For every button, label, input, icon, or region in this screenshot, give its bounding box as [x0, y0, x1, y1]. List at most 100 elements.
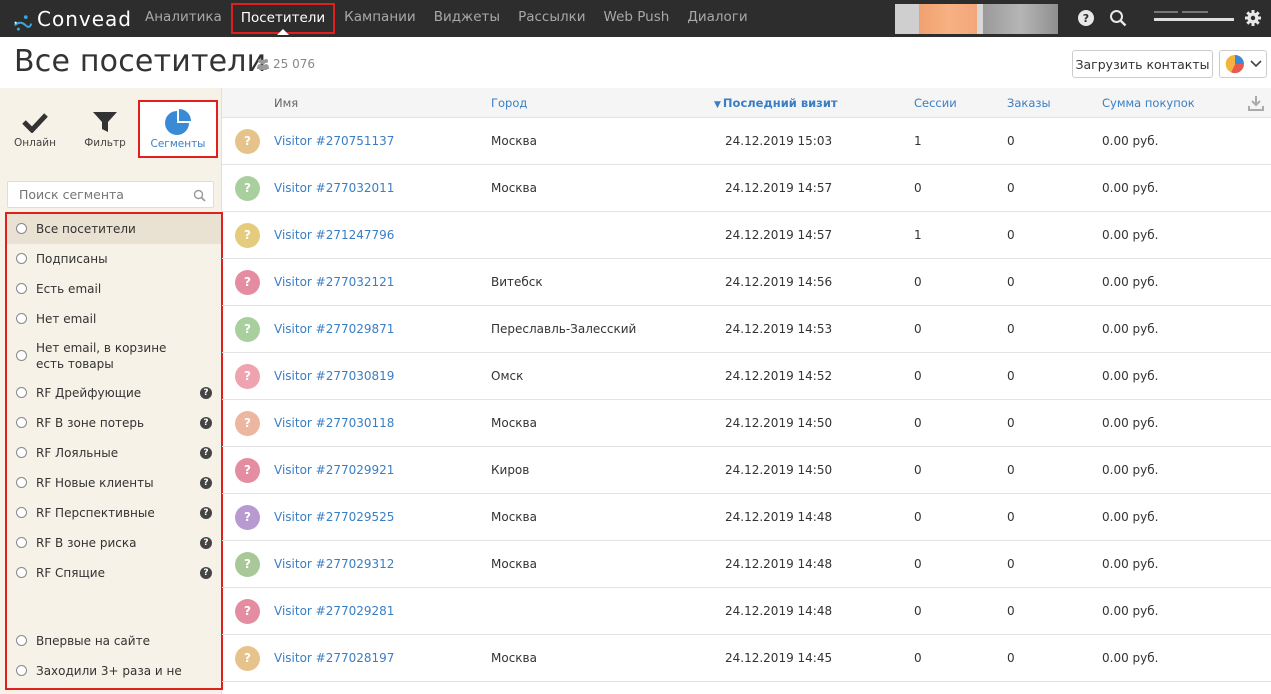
- help-icon[interactable]: ?: [200, 507, 212, 519]
- column-name[interactable]: Имя: [274, 96, 298, 110]
- city-cell: Киров: [491, 463, 530, 477]
- visitors-table: Имя Город ▼ Последний визит Сессии Заказы…: [222, 88, 1271, 682]
- avatar: ?: [235, 599, 260, 624]
- segment-search-input[interactable]: [8, 182, 178, 207]
- sum-cell: 0.00 руб.: [1102, 322, 1159, 336]
- segment-search[interactable]: [7, 181, 214, 208]
- segment-item[interactable]: Есть email: [7, 274, 221, 304]
- nav-visitors[interactable]: Посетители: [230, 3, 336, 35]
- segment-item[interactable]: RF Дрейфующие?: [7, 378, 221, 408]
- visitor-link[interactable]: Visitor #277029281: [274, 604, 394, 618]
- visitor-link[interactable]: Visitor #277032121: [274, 275, 394, 289]
- visitor-link[interactable]: Visitor #277029921: [274, 463, 394, 477]
- visitor-link[interactable]: Visitor #277029871: [274, 322, 394, 336]
- column-orders[interactable]: Заказы: [1007, 96, 1051, 110]
- city-cell: Переславль-Залесский: [491, 322, 637, 336]
- segment-item[interactable]: RF В зоне потерь?: [7, 408, 221, 438]
- help-icon[interactable]: ?: [200, 477, 212, 489]
- segment-label: RF Лояльные: [36, 446, 119, 460]
- segment-label: Впервые на сайте: [36, 634, 150, 648]
- visitor-link[interactable]: Visitor #277029525: [274, 510, 394, 524]
- table-row[interactable]: ? Visitor #277029312 Москва 24.12.2019 14:4…: [222, 541, 1271, 588]
- redacted-block: [895, 4, 919, 34]
- visitor-link[interactable]: Visitor #277028197: [274, 651, 394, 665]
- logo[interactable]: Convead: [12, 4, 132, 34]
- nav-analytics[interactable]: Аналитика: [136, 0, 231, 37]
- last-visit-cell: 24.12.2019 14:50: [725, 463, 833, 477]
- pie-chart-icon: [1225, 54, 1244, 74]
- nav-web-push[interactable]: Web Push: [595, 0, 679, 37]
- nav-mailings[interactable]: Рассылки: [509, 0, 594, 37]
- table-row[interactable]: ? Visitor #277030819 Омск 24.12.2019 14:52 0…: [222, 353, 1271, 400]
- column-sessions[interactable]: Сессии: [914, 96, 957, 110]
- table-row[interactable]: ? Visitor #277028197 Москва 24.12.2019 14:4…: [222, 635, 1271, 682]
- column-sum[interactable]: Сумма покупок: [1102, 96, 1195, 110]
- top-navbar: Convead Аналитика Посетители Кампании Ви…: [0, 0, 1271, 37]
- mode-online[interactable]: Онлайн: [0, 88, 70, 166]
- table-row[interactable]: ? Visitor #277032011 Москва 24.12.2019 14:5…: [222, 165, 1271, 212]
- mode-filter[interactable]: Фильтр: [70, 88, 140, 166]
- segment-item[interactable]: Нет email, в корзине есть товары: [7, 334, 221, 378]
- table-row[interactable]: ? Visitor #277029281 24.12.2019 14:48 0 0 0.0…: [222, 588, 1271, 635]
- segment-item[interactable]: Впервые на сайте: [7, 626, 221, 656]
- segment-item[interactable]: Нет email: [7, 304, 221, 334]
- segment-item[interactable]: RF Новые клиенты?: [7, 468, 221, 498]
- nav-campaigns[interactable]: Кампании: [335, 0, 425, 37]
- sum-cell: 0.00 руб.: [1102, 181, 1159, 195]
- sessions-cell: 0: [914, 275, 922, 289]
- help-icon[interactable]: ?: [200, 537, 212, 549]
- last-visit-cell: 24.12.2019 14:48: [725, 557, 833, 571]
- segment-label: Все посетители: [36, 222, 136, 236]
- visitor-link[interactable]: Visitor #277029312: [274, 557, 394, 571]
- sessions-cell: 0: [914, 369, 922, 383]
- segment-item[interactable]: RF Лояльные?: [7, 438, 221, 468]
- table-row[interactable]: ? Visitor #277030118 Москва 24.12.2019 14:5…: [222, 400, 1271, 447]
- segment-item[interactable]: Заходили 3+ раза и не: [7, 656, 221, 686]
- gear-icon[interactable]: [1244, 9, 1262, 27]
- table-row[interactable]: ? Visitor #277029871 Переславль-Залесский 2…: [222, 306, 1271, 353]
- segment-label: Есть email: [36, 282, 102, 296]
- segment-item[interactable]: Все посетители: [7, 214, 221, 244]
- table-row[interactable]: ? Visitor #271247796 24.12.2019 14:57 1 0 0.0…: [222, 212, 1271, 259]
- segment-item[interactable]: RF Спящие?: [7, 558, 221, 588]
- segment-item[interactable]: RF В зоне риска?: [7, 528, 221, 558]
- sessions-cell: 0: [914, 604, 922, 618]
- column-city[interactable]: Город: [491, 96, 527, 110]
- visitor-link[interactable]: Visitor #277030819: [274, 369, 394, 383]
- visitor-link[interactable]: Visitor #271247796: [274, 228, 394, 242]
- chart-dropdown-button[interactable]: [1219, 50, 1267, 78]
- help-icon[interactable]: ?: [200, 567, 212, 579]
- table-row[interactable]: ? Visitor #277032121 Витебск 24.12.2019 14:…: [222, 259, 1271, 306]
- upload-contacts-button[interactable]: Загрузить контакты: [1072, 50, 1213, 78]
- column-last-visit[interactable]: ▼ Последний визит: [714, 96, 838, 110]
- table-body: ? Visitor #270751137 Москва 24.12.2019 15:0…: [222, 118, 1271, 682]
- nav-widgets[interactable]: Виджеты: [425, 0, 509, 37]
- help-icon[interactable]: ?: [200, 417, 212, 429]
- segment-item[interactable]: RF Перспективные?: [7, 498, 221, 528]
- table-row[interactable]: ? Visitor #277029525 Москва 24.12.2019 14:4…: [222, 494, 1271, 541]
- city-cell: Москва: [491, 416, 537, 430]
- nav-dialogs[interactable]: Диалоги: [678, 0, 756, 37]
- last-visit-cell: 24.12.2019 14:45: [725, 651, 833, 665]
- visitor-link[interactable]: Visitor #277032011: [274, 181, 394, 195]
- table-row[interactable]: ? Visitor #270751137 Москва 24.12.2019 15:0…: [222, 118, 1271, 165]
- download-icon[interactable]: [1248, 95, 1264, 111]
- help-icon[interactable]: ?: [200, 387, 212, 399]
- sum-cell: 0.00 руб.: [1102, 463, 1159, 477]
- search-icon[interactable]: [1109, 9, 1127, 27]
- avatar: ?: [235, 552, 260, 577]
- orders-cell: 0: [1007, 604, 1015, 618]
- mode-segments[interactable]: Сегменты: [138, 100, 218, 158]
- pie-chart-icon: [165, 109, 191, 135]
- sessions-cell: 0: [914, 557, 922, 571]
- table-row[interactable]: ? Visitor #277029921 Киров 24.12.2019 14:50…: [222, 447, 1271, 494]
- help-icon[interactable]: ?: [1077, 9, 1095, 27]
- segment-item[interactable]: Подписаны: [7, 244, 221, 274]
- account-menu[interactable]: [1152, 9, 1236, 26]
- radio-icon: [16, 350, 27, 361]
- help-icon[interactable]: ?: [200, 447, 212, 459]
- visitor-link[interactable]: Visitor #277030118: [274, 416, 394, 430]
- orders-cell: 0: [1007, 510, 1015, 524]
- city-cell: Омск: [491, 369, 524, 383]
- visitor-link[interactable]: Visitor #270751137: [274, 134, 394, 148]
